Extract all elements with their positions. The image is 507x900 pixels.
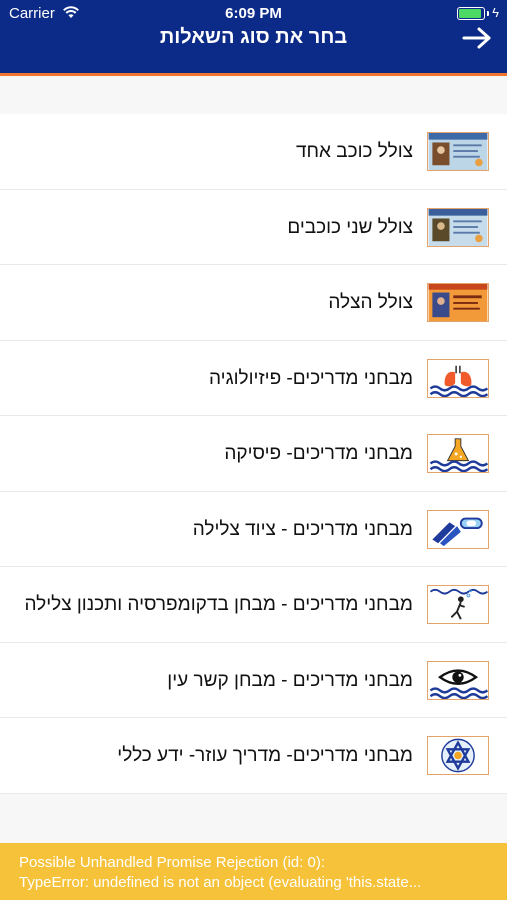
status-bar: Carrier 6:09 PM ϟ	[0, 0, 507, 26]
list-item-label: צולל שני כוכבים	[287, 216, 413, 238]
list-item-label: צולל כוכב אחד	[295, 141, 413, 162]
eye-waves-icon	[427, 660, 489, 700]
header-accent-line	[0, 73, 507, 76]
battery-icon	[457, 7, 485, 20]
list-item-label: מבחני מדריכים- פיסיקה	[224, 443, 413, 464]
arrow-right-icon[interactable]	[461, 26, 493, 50]
list-item-label: צולל הצלה	[328, 292, 413, 313]
list-item[interactable]: מבחני מדריכים - ציוד צלילה	[0, 491, 507, 567]
list-item[interactable]: צולל הצלה	[0, 265, 507, 341]
list-item[interactable]: מבחני מדריכים- פיסיקה	[0, 416, 507, 492]
list-item[interactable]: מבחני מדריכים- מדריך עוזר- ידע כללי	[0, 718, 507, 794]
two-star-card-icon	[427, 207, 489, 247]
lungs-waves-icon	[427, 358, 489, 398]
one-star-card-icon	[427, 132, 489, 171]
clock: 6:09 PM	[225, 5, 282, 22]
error-line-2: TypeError: undefined is not an object (e…	[19, 874, 422, 891]
star-emblem-icon	[427, 736, 489, 775]
list-item[interactable]: מבחני מדריכים- פיזיולוגיה	[0, 340, 507, 416]
error-banner[interactable]: Possible Unhandled Promise Rejection (id…	[0, 843, 507, 900]
fins-mask-icon	[427, 509, 489, 549]
list-item[interactable]: מבחני מדריכים - מבחן בדקומפרסיה ותכנון צ…	[0, 567, 507, 643]
charging-icon: ϟ	[492, 5, 499, 20]
list-item-label: מבחני מדריכים - מבחן בדקומפרסיה ותכנון צ…	[24, 594, 413, 615]
error-line-1: Possible Unhandled Promise Rejection (id…	[19, 854, 325, 871]
list-item-label: מבחני מדריכים - ציוד צלילה	[192, 518, 413, 540]
list-item-label: מבחני מדריכים- פיזיולוגיה	[208, 367, 413, 389]
page-title: בחר את סוג השאלות	[159, 26, 348, 48]
rescue-card-icon	[427, 283, 489, 322]
list-item[interactable]: צולל כוכב אחד	[0, 114, 507, 190]
flask-waves-icon	[427, 434, 489, 473]
list-item[interactable]: מבחני מדריכים - מבחן קשר עין	[0, 642, 507, 718]
question-type-list: צולל כוכב אחד צולל שני כוכבים צולל הצלה …	[0, 114, 507, 794]
diver-waves-icon	[427, 585, 489, 624]
list-item-label: מבחני מדריכים- מדריך עוזר- ידע כללי	[117, 745, 413, 766]
battery-tip	[487, 11, 489, 16]
list-item-label: מבחני מדריכים - מבחן קשר עין	[167, 669, 413, 691]
list-item[interactable]: צולל שני כוכבים	[0, 189, 507, 265]
